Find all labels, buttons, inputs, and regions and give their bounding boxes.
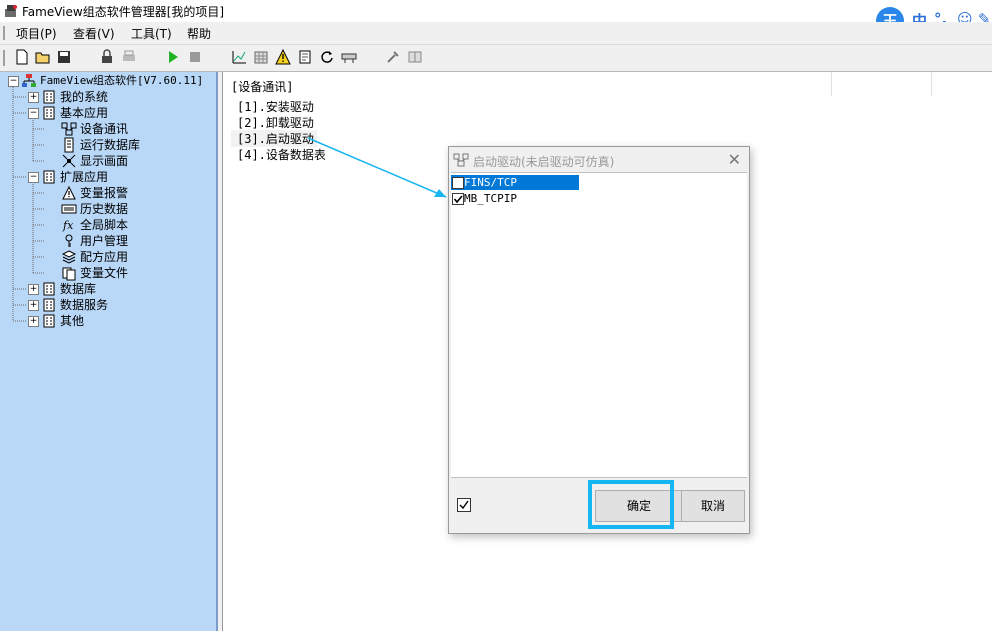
highlight-box [588, 480, 674, 529]
select-all-checkbox[interactable] [457, 498, 471, 512]
driver-item-mb-tcpip[interactable]: MB_TCPIP [451, 191, 579, 206]
start-driver-dialog: 启动驱动(未启驱动可仿真) ✕ FINS/TCP MB_TCPIP 确定 取消 [448, 146, 750, 534]
cancel-button[interactable]: 取消 [681, 490, 745, 522]
driver-item-fins-tcp[interactable]: FINS/TCP [451, 175, 579, 190]
driver-checkbox-mb-tcpip[interactable] [452, 193, 464, 205]
dialog-title: 启动驱动(未启驱动可仿真) [473, 155, 615, 169]
dialog-device-icon [453, 152, 469, 168]
driver-checkbox-fins-tcp[interactable] [452, 177, 464, 189]
driver-list[interactable]: FINS/TCP MB_TCPIP [451, 172, 747, 478]
close-icon[interactable]: ✕ [728, 150, 741, 169]
driver-label: FINS/TCP [464, 176, 517, 189]
driver-label: MB_TCPIP [464, 192, 517, 205]
